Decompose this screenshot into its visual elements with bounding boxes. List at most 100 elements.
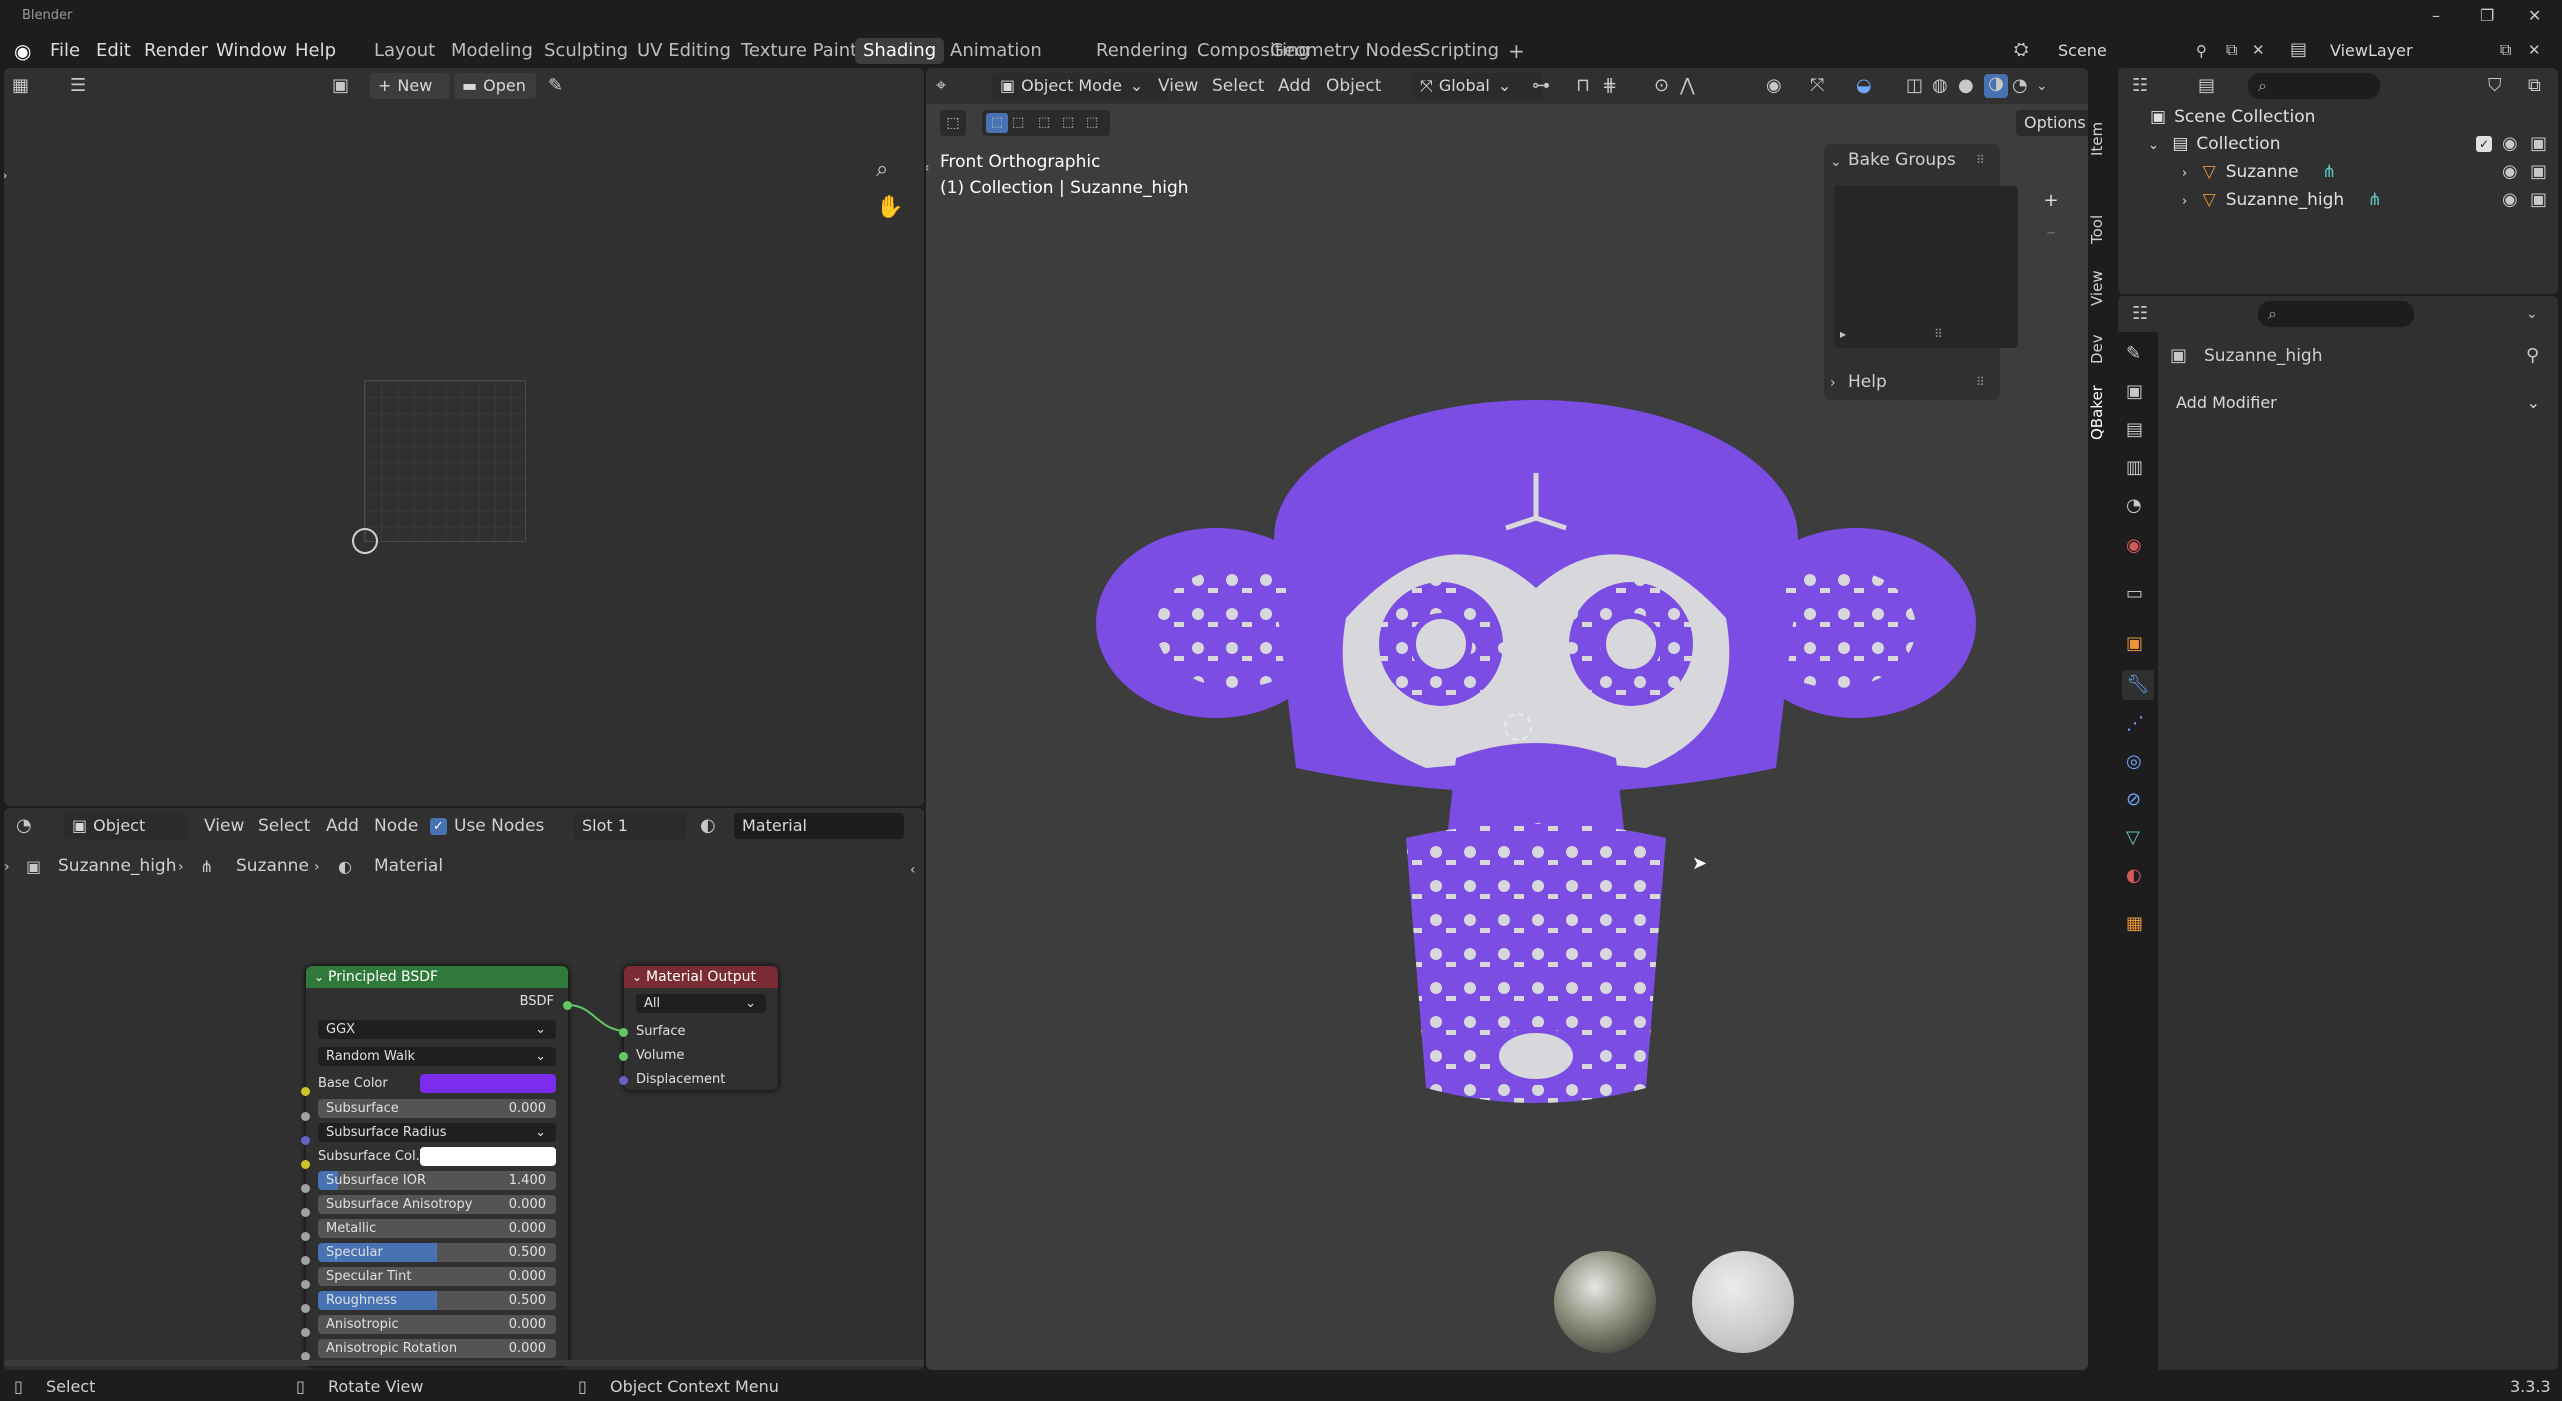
expand-icon[interactable]: › — [2182, 194, 2187, 209]
editor-type-icon[interactable]: ▦ — [12, 76, 29, 96]
wireframe-shading-icon[interactable]: ◍ — [1932, 76, 1948, 96]
horizontal-scrollbar[interactable] — [4, 1360, 924, 1366]
gizmo-icon[interactable]: ⤧ — [1810, 76, 1824, 96]
metallic-socket[interactable] — [301, 1232, 310, 1241]
eye-icon[interactable]: ◉ — [2502, 190, 2518, 210]
constraints-tab-icon[interactable]: ⊘ — [2126, 790, 2141, 810]
add-modifier-dropdown[interactable]: Add Modifier ⌄ — [2168, 390, 2548, 416]
tab-scripting[interactable]: Scripting — [1411, 38, 1507, 64]
output-target-dropdown[interactable]: All ⌄ — [636, 994, 766, 1013]
base-color-swatch[interactable] — [420, 1074, 556, 1093]
zoom-icon[interactable]: ⌕ — [876, 159, 888, 181]
viewlayer-icon[interactable]: ▤ — [2290, 40, 2307, 60]
mesh-data-icon[interactable]: ⋔ — [2322, 162, 2336, 182]
pin-icon[interactable]: ⚲ — [2196, 41, 2207, 61]
data-tab-icon[interactable]: ▽ — [2126, 828, 2140, 848]
viewlayer-field[interactable]: ViewLayer — [2322, 38, 2502, 64]
properties-search-input[interactable]: ⌕ — [2258, 301, 2414, 327]
tab-tool[interactable]: Tool — [2088, 215, 2106, 244]
specular-tint-socket[interactable] — [301, 1280, 310, 1289]
tab-modeling[interactable]: Modeling — [443, 38, 541, 64]
mode-dropdown[interactable]: ▣ Object Mode ⌄ — [992, 73, 1168, 99]
distribution-dropdown[interactable]: GGX ⌄ — [318, 1020, 556, 1039]
remove-bake-group-button[interactable]: – — [2038, 220, 2064, 246]
editor-type-icon[interactable]: ☷ — [2132, 76, 2148, 96]
solid-shading-icon[interactable]: ● — [1958, 76, 1974, 96]
menu-window[interactable]: Window — [216, 38, 287, 64]
proportional-edit-icon[interactable]: ⊙ — [1654, 76, 1669, 96]
subsurface-color-swatch[interactable] — [420, 1147, 556, 1166]
metallic-field[interactable]: Metallic 0.000 — [318, 1219, 556, 1238]
restore-icon[interactable]: ❐ — [2480, 6, 2494, 26]
camera-icon[interactable]: ▣ — [2530, 134, 2547, 154]
expand-toolbar-icon[interactable]: ‹ — [926, 158, 930, 178]
xray-icon[interactable]: ◫ — [1906, 76, 1923, 96]
pan-hand-icon[interactable]: ✋ — [876, 197, 903, 219]
scene-collection-row[interactable]: ▣ Scene Collection — [2150, 104, 2315, 130]
menu-select[interactable]: Select — [1212, 76, 1264, 96]
specular-field[interactable]: Specular 0.500 — [318, 1243, 556, 1262]
tab-layout[interactable]: Layout — [366, 38, 443, 64]
select-new-icon[interactable]: ⬚ — [986, 113, 1008, 133]
new-collection-icon[interactable]: ⧉ — [2528, 76, 2541, 96]
mesh-data-icon[interactable]: ⋔ — [2368, 190, 2382, 210]
collapse-icon[interactable]: ⌄ — [2148, 138, 2159, 153]
panel-expand-icon[interactable]: › — [1830, 373, 1836, 393]
displacement-socket[interactable] — [619, 1076, 628, 1085]
menu-file[interactable]: File — [50, 38, 80, 64]
select-extend-icon[interactable]: ⬚ — [1012, 113, 1024, 133]
output-node-header[interactable]: ⌄ Material Output — [624, 966, 778, 988]
outliner-item-suzanne[interactable]: › ▽ Suzanne ⋔ — [2182, 159, 2336, 185]
material-browse-icon[interactable]: ◐ — [700, 816, 716, 836]
menu-object[interactable]: Object — [1326, 76, 1381, 96]
anisotropic-socket[interactable] — [301, 1328, 310, 1337]
select-intersect-icon[interactable]: ⬚ — [1086, 113, 1098, 133]
tab-rendering[interactable]: Rendering — [1088, 38, 1196, 64]
shader-editor[interactable]: ◔ ▣ Object View Select Add Node ✓ Use Nod… — [4, 808, 924, 1370]
menu-add[interactable]: Add — [326, 816, 359, 836]
menu-edit[interactable]: Edit — [96, 38, 131, 64]
tab-dev[interactable]: Dev — [2088, 334, 2106, 364]
anisotropic-field[interactable]: Anisotropic 0.000 — [318, 1315, 556, 1334]
image-editor[interactable]: ▦ ☰ ▣ +New ▬Open ✎ › ⌕ ✋ — [4, 68, 924, 806]
subsurface-anisotropy-field[interactable]: Subsurface Anisotropy 0.000 — [318, 1195, 556, 1214]
select-subtract-icon[interactable]: ⬚ — [1038, 113, 1050, 133]
select-invert-icon[interactable]: ⬚ — [1062, 113, 1074, 133]
open-image-button[interactable]: ▬ Open — [454, 73, 536, 99]
list-resize-icon[interactable]: ⠿ — [1934, 324, 1943, 344]
physics-tab-icon[interactable]: ◎ — [2126, 752, 2142, 772]
delete-viewlayer-icon[interactable]: ✕ — [2528, 40, 2541, 60]
filter-icon[interactable]: ⛉ — [2488, 76, 2502, 96]
material-output-node[interactable]: ⌄ Material Output All ⌄ Surface Volume Di… — [624, 966, 778, 1090]
tool-tab-icon[interactable]: ✎ — [2126, 344, 2141, 364]
specular-tint-field[interactable]: Specular Tint 0.000 — [318, 1267, 556, 1286]
base-color-socket[interactable] — [301, 1087, 310, 1096]
subsurface-radius-socket[interactable] — [301, 1136, 310, 1145]
principled-bsdf-node[interactable]: ⌄ Principled BSDF BSDF GGX ⌄ Random Walk ⌄… — [306, 966, 568, 1366]
editor-type-icon[interactable]: ⌖ — [936, 76, 946, 96]
scene-icon[interactable]: ⛭ — [2014, 40, 2028, 60]
collection-checkbox[interactable]: ✓ — [2476, 136, 2492, 152]
outliner[interactable]: ☷ ▤ ⌕ ⛉ ⧉ ▣ Scene Collection ⌄ ▤ Collectio… — [2118, 68, 2558, 294]
bsdf-node-header[interactable]: ⌄ Principled BSDF — [306, 966, 568, 988]
blender-logo-icon[interactable]: ◉ — [14, 41, 31, 61]
subsurface-field[interactable]: Subsurface 0.000 — [318, 1099, 556, 1118]
suzanne-mesh[interactable] — [1086, 398, 1986, 1118]
options-dropdown[interactable]: Options⌄ — [2016, 110, 2088, 136]
eye-icon[interactable]: ◉ — [2502, 134, 2518, 154]
object-tab-icon[interactable]: ▣ — [2126, 634, 2143, 654]
bake-groups-list[interactable]: ▸ ⠿ — [1834, 186, 2018, 348]
menu-node[interactable]: Node — [374, 816, 418, 836]
menu-view[interactable]: View — [204, 816, 244, 836]
select-tool-icon[interactable]: ⬚ — [940, 110, 966, 136]
particles-tab-icon[interactable]: ⋰ — [2126, 714, 2144, 734]
tab-uv-editing[interactable]: UV Editing — [629, 38, 739, 64]
surface-socket[interactable] — [619, 1028, 628, 1037]
drag-handle-icon[interactable]: ⠿ — [1976, 372, 1985, 392]
tab-view[interactable]: View — [2088, 270, 2106, 306]
pin-image-icon[interactable]: ✎ — [548, 76, 563, 96]
tab-sculpting[interactable]: Sculpting — [536, 38, 636, 64]
modifier-tab-icon[interactable]: 🔧︎ — [2122, 670, 2154, 700]
texture-tab-icon[interactable]: ▦ — [2126, 914, 2143, 934]
camera-icon[interactable]: ▣ — [2530, 190, 2547, 210]
